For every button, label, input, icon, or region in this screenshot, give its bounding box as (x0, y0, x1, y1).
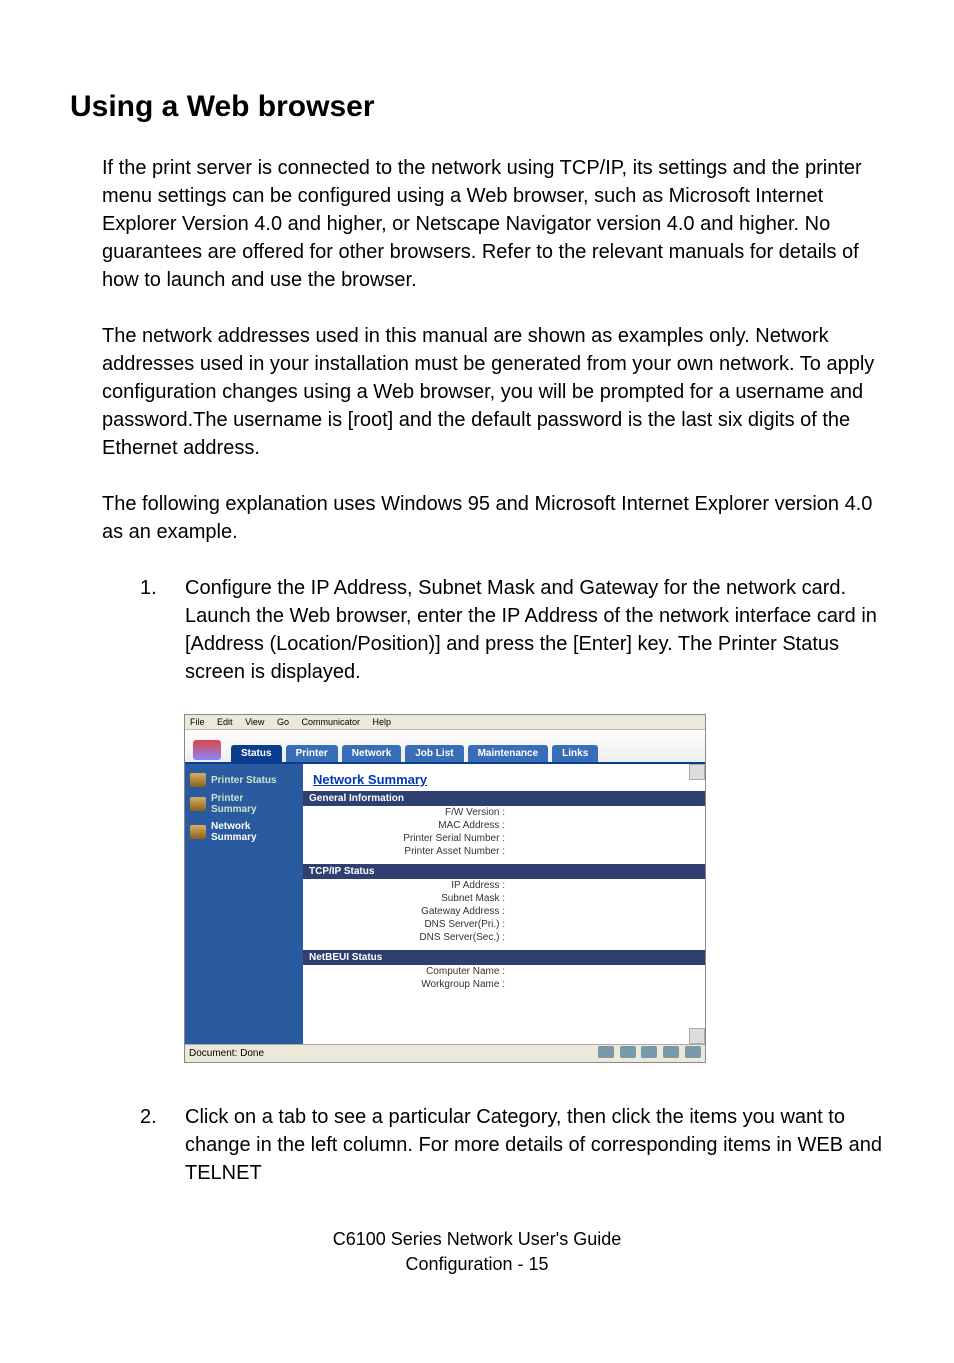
field-computer-name: Computer Name : (303, 965, 705, 978)
status-icon (641, 1046, 657, 1058)
menu-help[interactable]: Help (373, 717, 392, 727)
sidebar-item-printer-summary[interactable]: Printer Summary (185, 790, 303, 818)
step-2-number: 2. (140, 1103, 157, 1131)
status-icon (620, 1046, 636, 1058)
tab-row: Status Printer Network Job List Maintena… (185, 730, 705, 762)
browser-menubar: File Edit View Go Communicator Help (185, 715, 705, 730)
sidebar-label-line: Network (211, 821, 250, 832)
folder-icon (190, 825, 206, 839)
sidebar-item-network-summary[interactable]: Network Summary (185, 818, 303, 846)
field-mac-address: MAC Address : (303, 819, 705, 832)
step-1-text: Configure the IP Address, Subnet Mask an… (185, 577, 877, 683)
content-pane: Network Summary General Information F/W … (303, 764, 705, 1044)
footer-line-2: Configuration - 15 (70, 1252, 884, 1277)
scroll-down-icon[interactable] (689, 1028, 705, 1044)
status-icons (595, 1046, 701, 1061)
scroll-up-icon[interactable] (689, 764, 705, 780)
menu-edit[interactable]: Edit (217, 717, 233, 727)
step-2-text: Click on a tab to see a particular Categ… (185, 1106, 882, 1184)
step-1-number: 1. (140, 574, 157, 602)
content-heading: Network Summary (303, 764, 705, 791)
sidebar-label: Printer Summary (211, 793, 257, 815)
field-dns-pri: DNS Server(Pri.) : (303, 918, 705, 931)
menu-go[interactable]: Go (277, 717, 289, 727)
sidebar-item-printer-status[interactable]: Printer Status (185, 770, 303, 790)
field-fw-version: F/W Version : (303, 806, 705, 819)
status-icon (598, 1046, 614, 1058)
page-footer: C6100 Series Network User's Guide Config… (70, 1227, 884, 1277)
sidebar-label: Printer Status (211, 775, 277, 786)
menu-view[interactable]: View (245, 717, 264, 727)
tab-links[interactable]: Links (552, 745, 598, 762)
status-icon (663, 1046, 679, 1058)
tab-joblist[interactable]: Job List (405, 745, 463, 762)
step-2: 2. Click on a tab to see a particular Ca… (140, 1103, 884, 1187)
paragraph-1: If the print server is connected to the … (70, 154, 884, 294)
sidebar-label-line: Summary (211, 832, 257, 843)
field-gateway: Gateway Address : (303, 905, 705, 918)
menu-file[interactable]: File (190, 717, 205, 727)
browser-window: File Edit View Go Communicator Help Stat… (184, 714, 706, 1063)
sidebar-label-line: Summary (211, 804, 257, 815)
folder-icon (190, 773, 206, 787)
paragraph-3: The following explanation uses Windows 9… (70, 490, 884, 546)
menu-communicator[interactable]: Communicator (301, 717, 360, 727)
section-general-information: General Information (303, 791, 705, 806)
field-printer-asset: Printer Asset Number : (303, 845, 705, 858)
folder-icon (190, 797, 206, 811)
field-workgroup-name: Workgroup Name : (303, 978, 705, 991)
step-1: 1. Configure the IP Address, Subnet Mask… (140, 574, 884, 686)
page-title: Using a Web browser (70, 90, 884, 124)
field-printer-serial: Printer Serial Number : (303, 832, 705, 845)
sidebar: Printer Status Printer Summary Network S… (185, 764, 303, 1044)
tab-network[interactable]: Network (342, 745, 401, 762)
status-bar: Document: Done (185, 1044, 705, 1062)
status-icon (685, 1046, 701, 1058)
tab-maintenance[interactable]: Maintenance (468, 745, 549, 762)
field-subnet-mask: Subnet Mask : (303, 892, 705, 905)
field-ip-address: IP Address : (303, 879, 705, 892)
tab-printer[interactable]: Printer (286, 745, 338, 762)
sidebar-label: Network Summary (211, 821, 257, 843)
sidebar-label-line: Printer (211, 793, 243, 804)
paragraph-2: The network addresses used in this manua… (70, 322, 884, 462)
section-tcpip-status: TCP/IP Status (303, 864, 705, 879)
field-dns-sec: DNS Server(Sec.) : (303, 931, 705, 944)
footer-line-1: C6100 Series Network User's Guide (70, 1227, 884, 1252)
logo-icon (193, 740, 221, 760)
status-text: Document: Done (189, 1048, 264, 1059)
section-netbeui-status: NetBEUI Status (303, 950, 705, 965)
tab-status[interactable]: Status (231, 745, 282, 762)
